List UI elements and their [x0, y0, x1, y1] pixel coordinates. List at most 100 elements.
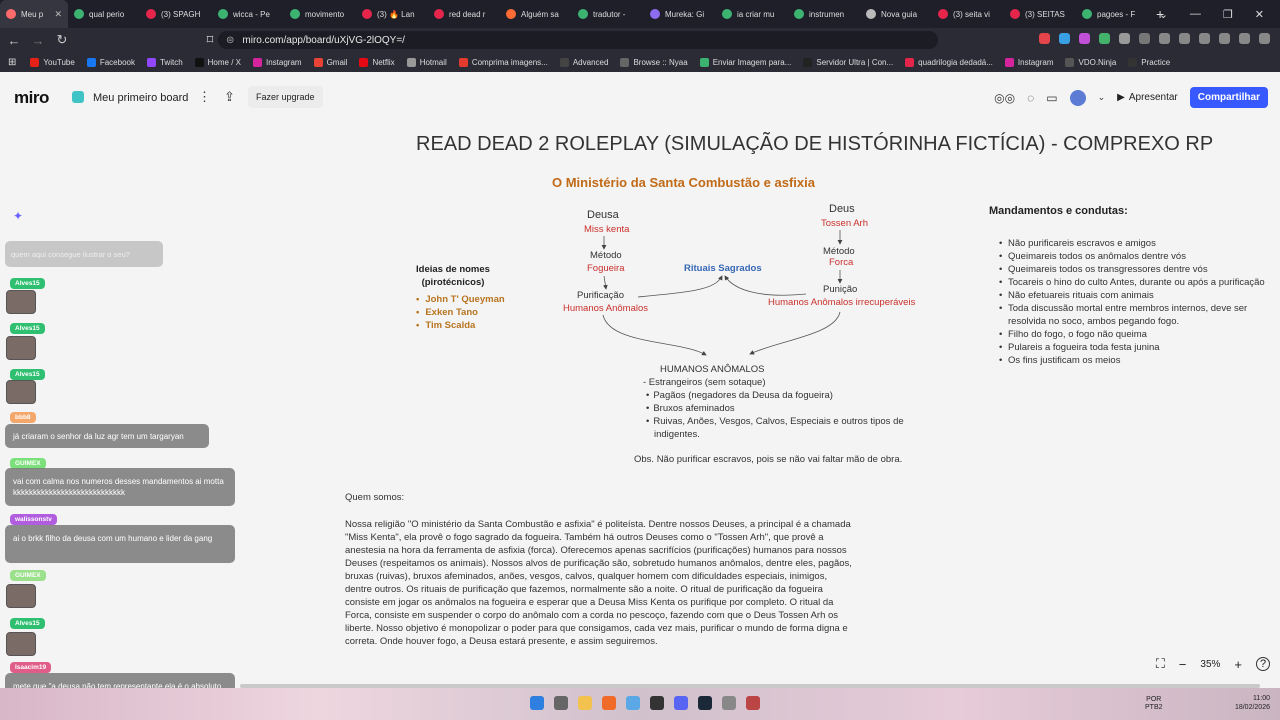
humanos-anomalos-block[interactable]: HUMANOS ANÔMALOS - Estrangeiros (sem sot…: [643, 363, 904, 441]
sidebar-icon[interactable]: [1199, 33, 1210, 44]
chevron-down-icon[interactable]: ⌄: [1098, 92, 1106, 103]
app-icon[interactable]: [746, 696, 760, 710]
tab-search-icon[interactable]: ⌄: [1159, 8, 1168, 21]
reload-icon[interactable]: ↻: [52, 32, 72, 48]
browser-tab[interactable]: red dead r: [428, 0, 500, 28]
mandamentos-title[interactable]: Mandamentos e condutas:: [989, 205, 1128, 217]
language-indicator[interactable]: POR PTB2: [1145, 696, 1163, 712]
browser-tab[interactable]: qual perio: [68, 0, 140, 28]
bookmark-item[interactable]: Instagram: [1004, 57, 1053, 67]
extension-icon[interactable]: [1119, 33, 1130, 44]
browser-tab[interactable]: instrumen: [788, 0, 860, 28]
extension-icon[interactable]: [1179, 33, 1190, 44]
maximize-icon[interactable]: ❐: [1223, 8, 1233, 21]
board-name[interactable]: Meu primeiro board: [93, 92, 188, 104]
app-icon[interactable]: [650, 696, 664, 710]
settings-icon[interactable]: [722, 696, 736, 710]
bookmark-item[interactable]: Enviar Imagem para...: [699, 57, 791, 67]
deus-name[interactable]: Tossen Arh: [821, 218, 868, 229]
video-call-icon[interactable]: ▭: [1046, 91, 1057, 105]
url-field[interactable]: ⊜ miro.com/app/board/uXjVG-2lOQY=/: [218, 31, 938, 49]
bookmark-item[interactable]: Facebook: [86, 57, 135, 67]
site-info-icon[interactable]: ⊜: [226, 35, 234, 46]
brave-icon[interactable]: [602, 696, 616, 710]
quem-somos-label[interactable]: Quem somos:: [345, 492, 404, 503]
purificacao-target[interactable]: Humanos Anômalos: [563, 303, 648, 314]
browser-tab[interactable]: Meu p ✕: [0, 0, 68, 28]
wallet-icon[interactable]: [1219, 33, 1230, 44]
zoom-in-button[interactable]: +: [1234, 657, 1242, 672]
board-subtitle[interactable]: O Ministério da Santa Combustão e asfixi…: [552, 175, 815, 190]
extension-icon[interactable]: [1039, 33, 1050, 44]
bookmark-item[interactable]: Browse :: Nyaa: [620, 57, 688, 67]
back-icon[interactable]: ←: [4, 33, 24, 48]
browser-tab[interactable]: (3) SPAGH: [140, 0, 212, 28]
rituais-label[interactable]: Rituais Sagrados: [684, 263, 762, 274]
help-button[interactable]: ?: [1256, 657, 1270, 671]
punicao-label[interactable]: Punição: [823, 284, 857, 295]
browser-tab[interactable]: pagoes - F: [1076, 0, 1148, 28]
steam-icon[interactable]: [698, 696, 712, 710]
bookmark-icon[interactable]: ⌑: [200, 32, 220, 48]
deus-label[interactable]: Deus: [829, 203, 855, 215]
zoom-level[interactable]: 35%: [1200, 659, 1220, 670]
bookmark-item[interactable]: Netflix: [359, 57, 395, 67]
zoom-out-button[interactable]: −: [1179, 657, 1187, 672]
obs-note[interactable]: Obs. Não purificar escravos, pois se não…: [634, 454, 902, 465]
browser-tab[interactable]: (3) SEITAS: [1004, 0, 1076, 28]
bookmark-item[interactable]: Comprima imagens...: [458, 57, 548, 67]
menu-icon[interactable]: [1259, 33, 1270, 44]
deus-metodo[interactable]: Forca: [829, 257, 853, 268]
extension-icon[interactable]: [1059, 33, 1070, 44]
deusa-name[interactable]: Miss kenta: [584, 224, 629, 235]
comment-icon[interactable]: ◌: [1027, 91, 1034, 105]
bookmark-item[interactable]: Advanced: [559, 57, 608, 67]
present-button[interactable]: ▶ Apresentar: [1117, 92, 1178, 103]
bookmark-item[interactable]: Twitch: [146, 57, 183, 67]
app-icon[interactable]: [626, 696, 640, 710]
deusa-label[interactable]: Deusa: [587, 209, 619, 221]
browser-tab[interactable]: Alguém sa: [500, 0, 572, 28]
bookmark-item[interactable]: Home / X: [194, 57, 241, 67]
browser-tab[interactable]: tradutor -: [572, 0, 644, 28]
browser-tab[interactable]: movimento: [284, 0, 356, 28]
punicao-target[interactable]: Humanos Anômalos irrecuperáveis: [768, 297, 915, 308]
names-ideas[interactable]: Ideias de nomes (pirotécnicos) John T' Q…: [416, 263, 505, 332]
bookmark-item[interactable]: Instagram: [252, 57, 302, 67]
browser-tab[interactable]: Nova guia: [860, 0, 932, 28]
miro-logo[interactable]: miro: [14, 88, 49, 108]
extension-icon[interactable]: [1099, 33, 1110, 44]
bookmark-item[interactable]: VDO.Ninja: [1065, 57, 1116, 67]
ai-sparkle-icon[interactable]: ✦: [13, 209, 23, 223]
bookmark-item[interactable]: Hotmail: [406, 57, 447, 67]
windows-start-icon[interactable]: [530, 696, 544, 710]
avatar[interactable]: [1069, 89, 1086, 106]
bookmark-item[interactable]: Gmail: [313, 57, 347, 67]
bookmark-item[interactable]: quadrilogia dedadá...: [905, 57, 993, 67]
bookmark-item[interactable]: Servidor Ultra | Con...: [803, 57, 893, 67]
mandamentos-list[interactable]: Não purificareis escravos e amigosQueima…: [999, 237, 1275, 367]
bookmark-item[interactable]: Practice: [1128, 57, 1170, 67]
upgrade-button[interactable]: Fazer upgrade: [248, 86, 323, 108]
reactions-icon[interactable]: ◎◎: [994, 91, 1015, 105]
deus-metodo-label[interactable]: Método: [823, 246, 855, 257]
bookmark-item[interactable]: YouTube: [30, 57, 75, 67]
minimize-icon[interactable]: —: [1190, 8, 1201, 20]
browser-tab[interactable]: wicca - Pe: [212, 0, 284, 28]
board-title[interactable]: READ DEAD 2 ROLEPLAY (SIMULAÇÃO DE HISTÓ…: [416, 133, 1213, 156]
browser-tab[interactable]: (3) 🔥 Lan: [356, 0, 428, 28]
extension-icon[interactable]: [1079, 33, 1090, 44]
browser-tab[interactable]: Mureka: Gi: [644, 0, 716, 28]
discord-icon[interactable]: [674, 696, 688, 710]
taskbar-clock[interactable]: 11:00 18/02/2026: [1235, 694, 1270, 712]
apps-icon[interactable]: ⊞: [8, 57, 16, 68]
deusa-metodo-label[interactable]: Método: [590, 250, 622, 261]
more-options-icon[interactable]: ⋮: [198, 89, 211, 105]
extension-icon[interactable]: [1139, 33, 1150, 44]
download-icon[interactable]: [1159, 33, 1170, 44]
file-explorer-icon[interactable]: [578, 696, 592, 710]
browser-tab[interactable]: (3) seita vi: [932, 0, 1004, 28]
forward-icon[interactable]: →: [28, 33, 48, 48]
export-icon[interactable]: ⇪: [224, 89, 235, 105]
fit-screen-icon[interactable]: ⛶: [1156, 656, 1165, 672]
